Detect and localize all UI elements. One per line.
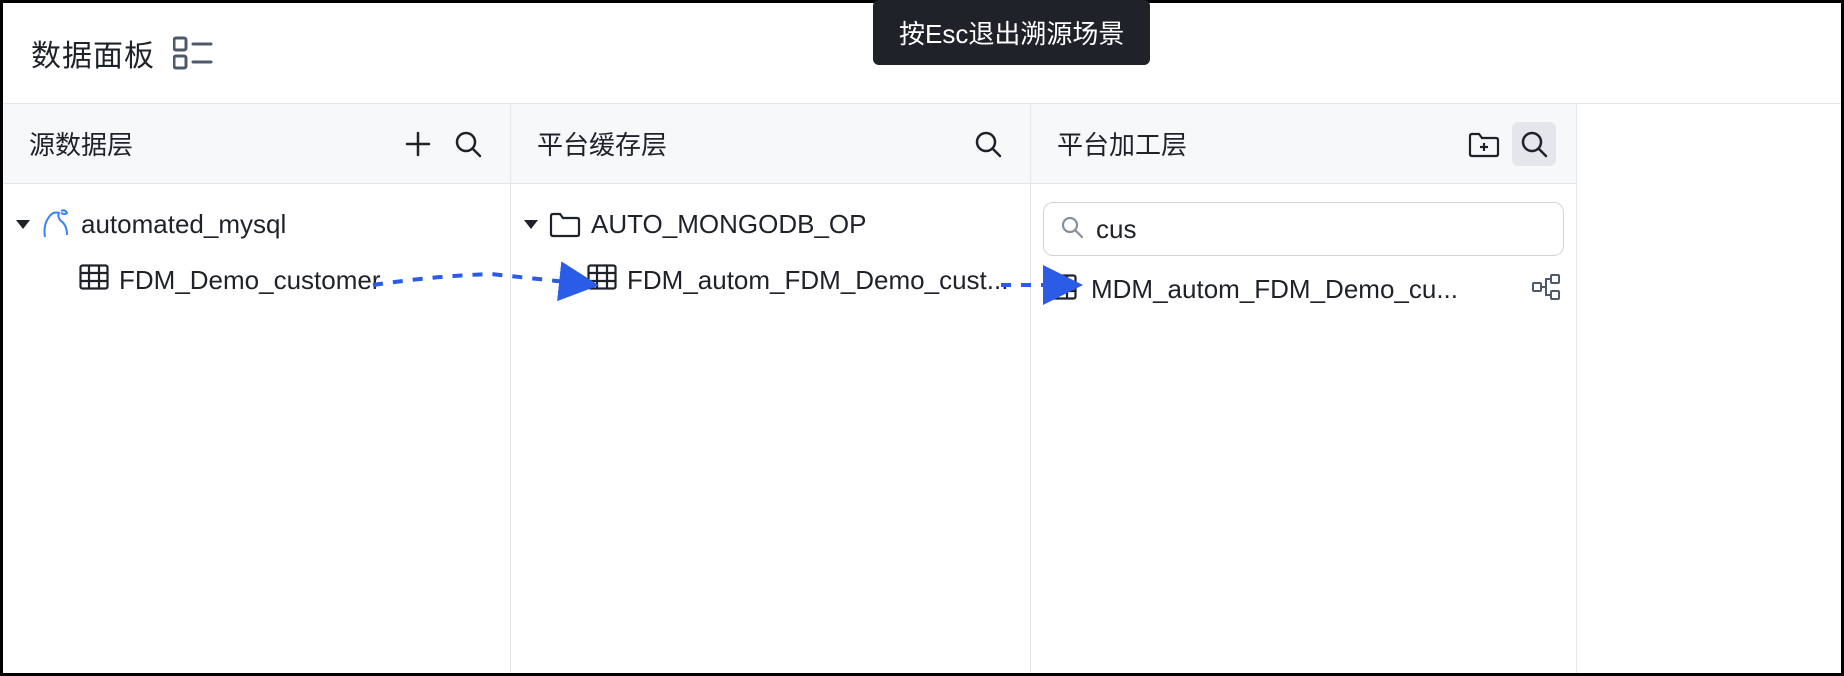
table-label: FDM_Demo_customer <box>119 265 381 296</box>
top-bar: 数据面板 按Esc退出溯源场景 <box>3 3 1841 103</box>
lineage-icon[interactable] <box>1532 274 1560 305</box>
folder-icon <box>549 210 581 238</box>
add-button[interactable] <box>396 122 440 166</box>
table-icon <box>1047 274 1077 305</box>
db-label: automated_mysql <box>81 209 286 240</box>
folder-label: AUTO_MONGODB_OP <box>591 209 866 240</box>
table-label: MDM_autom_FDM_Demo_cu... <box>1091 274 1518 305</box>
table-icon <box>79 264 109 297</box>
caret-down-icon[interactable] <box>15 220 31 229</box>
tree-node-table[interactable]: FDM_autom_FDM_Demo_cust... <box>587 260 1018 300</box>
caret-down-icon[interactable] <box>523 220 539 229</box>
column-title-cache: 平台缓存层 <box>537 125 966 162</box>
search-button[interactable] <box>966 122 1010 166</box>
search-button[interactable] <box>446 122 490 166</box>
column-title-source: 源数据层 <box>29 125 396 162</box>
column-header-source: 源数据层 <box>3 104 510 184</box>
column-title-process: 平台加工层 <box>1057 125 1462 162</box>
esc-tooltip: 按Esc退出溯源场景 <box>873 0 1150 65</box>
column-body-cache: AUTO_MONGODB_OP FDM_autom_FDM_Demo_cust.… <box>511 184 1030 673</box>
tree-node-folder[interactable]: AUTO_MONGODB_OP <box>523 202 1018 246</box>
search-input[interactable] <box>1096 214 1547 245</box>
tree-node-database[interactable]: automated_mysql <box>15 202 498 246</box>
columns-container: 源数据层 automated_mysql <box>3 103 1841 673</box>
tree-node-table[interactable]: FDM_Demo_customer <box>79 260 498 300</box>
column-header-process: 平台加工层 <box>1031 104 1576 184</box>
column-process: 平台加工层 MDM_autom_FDM_De <box>1031 104 1577 673</box>
new-folder-button[interactable] <box>1462 122 1506 166</box>
mysql-icon <box>41 207 71 241</box>
table-icon <box>587 264 617 297</box>
search-input-box[interactable] <box>1043 202 1564 256</box>
column-header-cache: 平台缓存层 <box>511 104 1030 184</box>
tree-node-table[interactable]: MDM_autom_FDM_Demo_cu... <box>1043 266 1564 313</box>
page-title: 数据面板 <box>31 31 155 75</box>
column-body-source: automated_mysql FDM_Demo_customer <box>3 184 510 673</box>
column-source: 源数据层 automated_mysql <box>3 104 511 673</box>
column-cache: 平台缓存层 AUTO_MONGODB_OP FDM_ <box>511 104 1031 673</box>
table-label: FDM_autom_FDM_Demo_cust... <box>627 265 1008 296</box>
search-icon <box>1060 215 1084 244</box>
column-body-process: MDM_autom_FDM_Demo_cu... <box>1031 184 1576 673</box>
search-button-active[interactable] <box>1512 122 1556 166</box>
layout-toggle-icon[interactable] <box>173 36 213 70</box>
